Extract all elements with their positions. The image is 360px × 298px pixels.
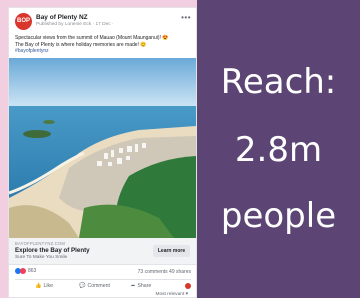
like-label: Like: [43, 283, 53, 289]
page-name[interactable]: Bay of Plenty NZ: [36, 14, 88, 21]
link-domain: BAYOFPLENTYNZ.COM: [15, 241, 66, 246]
like-button[interactable]: 👍 Like: [35, 283, 53, 289]
hashtag-link[interactable]: #bayofplentynz: [15, 48, 191, 55]
caption-line-2: The Bay of Plenty is where holiday memor…: [15, 41, 147, 48]
facebook-post-card: BOP Bay of Plenty NZ Published by Loneni…: [9, 8, 196, 297]
reactions[interactable]: 863: [15, 268, 36, 274]
love-reaction-icon: [20, 268, 26, 274]
share-button[interactable]: ➦ Share: [131, 283, 151, 289]
reach-panel: Reach: 2.8m people: [197, 0, 360, 298]
link-preview[interactable]: BAYOFPLENTYNZ.COM Explore the Bay of Ple…: [9, 238, 196, 265]
engagement-stats: 863 73 comments 49 shares: [15, 268, 191, 277]
share-icon: ➦: [131, 283, 136, 289]
learn-more-button[interactable]: Learn more: [153, 245, 190, 257]
page-avatar[interactable]: BOP: [15, 13, 32, 30]
caption-line-1: Spectacular views from the summit of Mau…: [15, 35, 169, 41]
published-by: Published by Lonenie Eck · 17 Dec ·: [36, 22, 114, 27]
link-title[interactable]: Explore the Bay of Plenty: [15, 247, 90, 254]
share-label: Share: [137, 283, 152, 289]
sort-dropdown[interactable]: Most relevant ▾: [155, 292, 188, 297]
more-icon[interactable]: •••: [181, 13, 191, 22]
post-photo[interactable]: [9, 58, 196, 238]
reaction-count: 863: [28, 268, 37, 274]
viewer-avatar[interactable]: [185, 283, 191, 289]
reach-unit: people: [220, 196, 337, 236]
link-description: Sure To Make You Smile: [15, 255, 68, 260]
comment-button[interactable]: 💬 Comment: [79, 283, 110, 289]
post-caption: Spectacular views from the summit of Mau…: [15, 35, 191, 55]
reach-label: Reach:: [220, 62, 337, 102]
comment-label: Comment: [87, 283, 110, 289]
post-header: BOP Bay of Plenty NZ Published by Loneni…: [15, 13, 191, 31]
reach-value: 2.8m: [234, 130, 323, 170]
like-icon: 👍: [35, 283, 42, 289]
comment-icon: 💬: [79, 283, 86, 289]
comments-shares-count[interactable]: 73 comments 49 shares: [138, 269, 191, 275]
action-bar: 👍 Like 💬 Comment ➦ Share: [15, 279, 191, 291]
